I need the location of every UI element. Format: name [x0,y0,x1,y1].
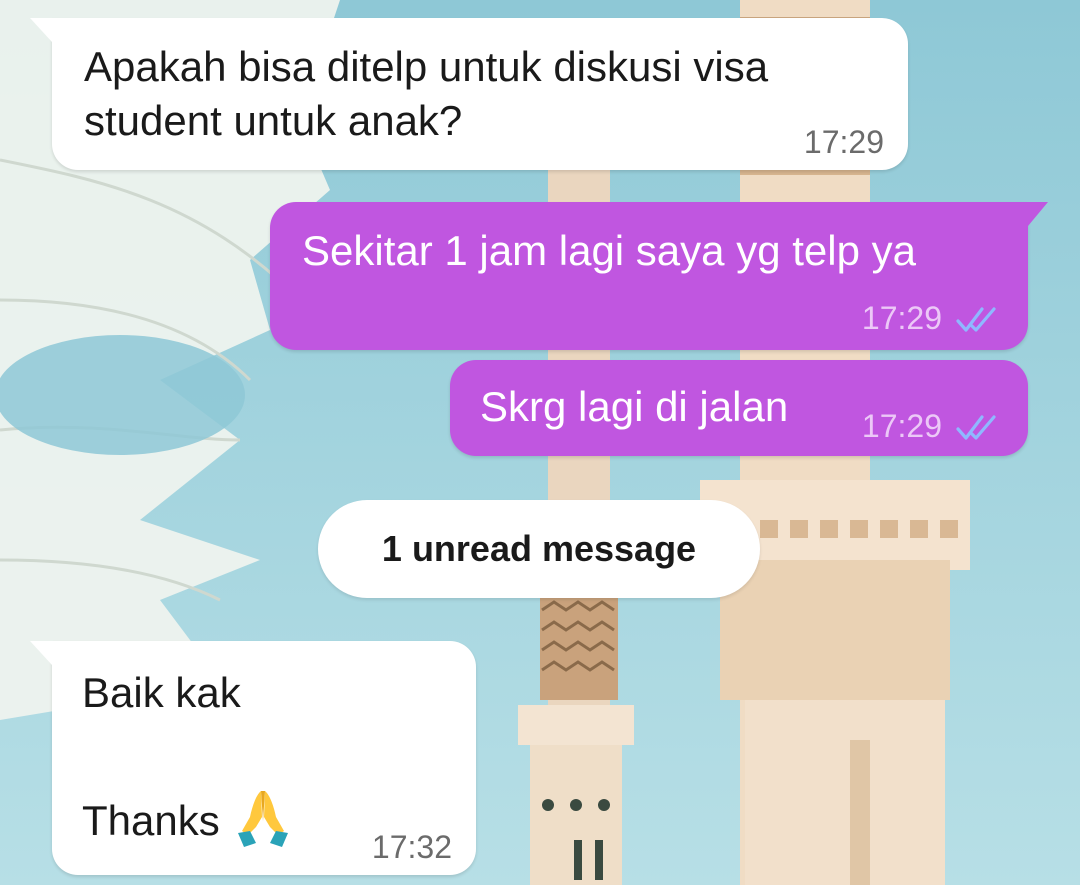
read-double-check-icon [956,307,996,332]
outgoing-message-bubble[interactable]: Skrg lagi di jalan 17:29 [450,360,1028,456]
read-double-check-icon [956,415,996,440]
unread-messages-divider: 1 unread message [318,500,760,598]
message-timestamp: 17:29 [803,124,884,160]
message-timestamp: 17:29 [861,300,942,336]
message-line: Baik kak [82,669,241,716]
message-timestamp: 17:29 [861,408,942,444]
outgoing-message-bubble[interactable]: Sekitar 1 jam lagi saya yg telp ya 17:29 [270,202,1048,350]
message-line: Thanks [82,797,220,844]
incoming-message-bubble[interactable]: Baik kak Thanks 17:32 [30,641,476,875]
message-text: Apakah bisa ditelp untuk diskusi visa st… [84,43,769,144]
message-text: Skrg lagi di jalan [480,383,789,430]
chat-conversation[interactable]: Apakah bisa ditelp untuk diskusi visa st… [0,0,1080,885]
message-text: Baik kak Thanks [82,661,292,855]
message-timestamp: 17:32 [371,829,452,865]
folded-hands-icon [237,790,288,847]
incoming-message-bubble[interactable]: Apakah bisa ditelp untuk diskusi visa st… [30,18,908,170]
message-text: Sekitar 1 jam lagi saya yg telp ya [302,227,916,274]
